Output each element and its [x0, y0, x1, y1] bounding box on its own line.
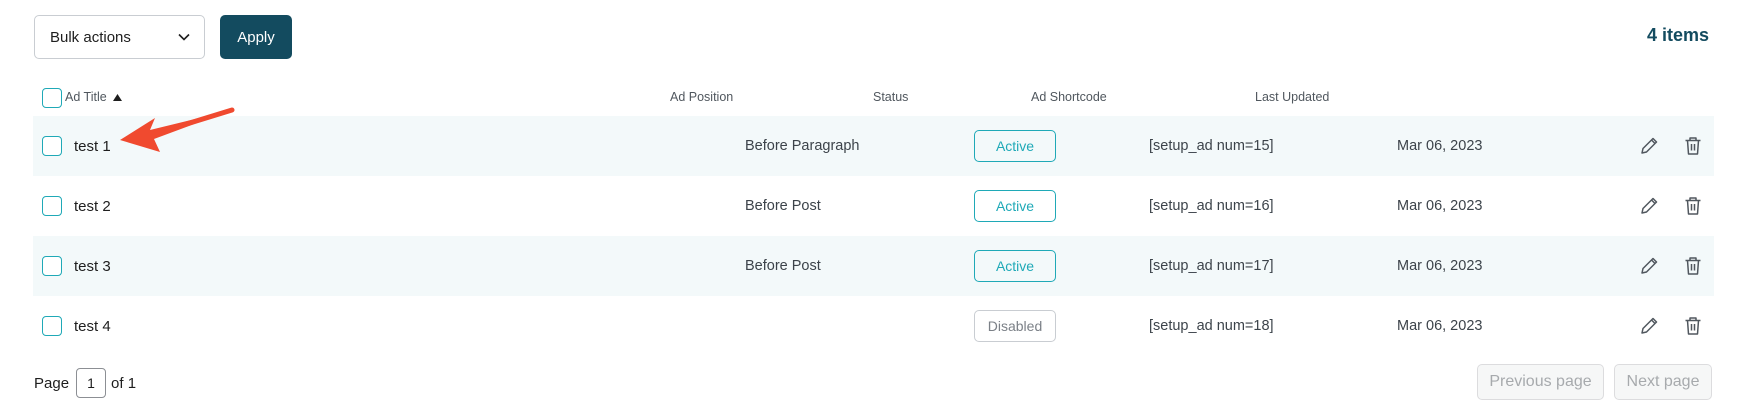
row-actions [1638, 116, 1704, 176]
pencil-icon[interactable] [1638, 195, 1660, 217]
table-header: Ad Title Ad Position Status Ad Shortcode… [33, 78, 1714, 116]
column-header-shortcode: Ad Shortcode [1031, 90, 1107, 104]
page-total-label: of 1 [111, 374, 137, 392]
ad-title[interactable]: test 3 [74, 236, 111, 296]
ad-position: Before Paragraph [745, 138, 860, 154]
column-header-title-label: Ad Title [65, 90, 107, 104]
row-checkbox[interactable] [42, 196, 62, 216]
next-page-button[interactable]: Next page [1614, 364, 1712, 400]
pager-buttons: Previous page Next page [1477, 364, 1712, 400]
page-label: Page [34, 374, 70, 392]
last-updated: Mar 06, 2023 [1397, 318, 1483, 334]
last-updated: Mar 06, 2023 [1397, 138, 1483, 154]
ad-title[interactable]: test 1 [74, 116, 111, 176]
table-row: test 1 Before Paragraph Active [setup_ad… [33, 116, 1714, 176]
page-indicator: Page 1 of 1 [34, 368, 136, 398]
row-checkbox[interactable] [42, 136, 62, 156]
toolbar: Bulk actions Apply [34, 15, 292, 59]
apply-button[interactable]: Apply [220, 15, 292, 59]
bulk-actions-select[interactable]: Bulk actions [34, 15, 205, 59]
status-badge[interactable]: Active [974, 250, 1056, 282]
ad-shortcode: [setup_ad num=15] [1149, 138, 1274, 154]
pencil-icon[interactable] [1638, 135, 1660, 157]
row-actions [1638, 236, 1704, 296]
trash-icon[interactable] [1682, 315, 1704, 337]
table-row: test 4 Disabled [setup_ad num=18] Mar 06… [33, 296, 1714, 356]
ad-shortcode: [setup_ad num=16] [1149, 198, 1274, 214]
row-actions [1638, 296, 1704, 356]
status-cell: Active [974, 116, 1056, 176]
select-all-checkbox[interactable] [42, 88, 62, 108]
previous-page-button[interactable]: Previous page [1477, 364, 1604, 400]
ad-position: Before Post [745, 258, 821, 274]
item-count: 4 items [1646, 25, 1709, 45]
status-cell: Active [974, 236, 1056, 296]
row-checkbox[interactable] [42, 256, 62, 276]
chevron-down-icon [178, 33, 190, 41]
trash-icon[interactable] [1682, 135, 1704, 157]
bulk-actions-label: Bulk actions [50, 28, 131, 46]
pencil-icon[interactable] [1638, 255, 1660, 277]
status-badge[interactable]: Active [974, 130, 1056, 162]
column-header-position: Ad Position [670, 90, 734, 104]
status-cell: Disabled [974, 296, 1056, 356]
page-number-input[interactable]: 1 [76, 368, 107, 398]
ad-shortcode: [setup_ad num=17] [1149, 258, 1274, 274]
sort-ascending-icon [112, 93, 122, 101]
status-badge[interactable]: Active [974, 190, 1056, 222]
last-updated: Mar 06, 2023 [1397, 258, 1483, 274]
row-actions [1638, 176, 1704, 236]
pencil-icon[interactable] [1638, 315, 1660, 337]
column-header-updated: Last Updated [1255, 90, 1330, 104]
trash-icon[interactable] [1682, 255, 1704, 277]
status-cell: Active [974, 176, 1056, 236]
column-header-title[interactable]: Ad Title [65, 90, 122, 104]
ad-title[interactable]: test 2 [74, 176, 111, 236]
ad-title[interactable]: test 4 [74, 296, 111, 356]
column-header-status: Status [873, 90, 909, 104]
ads-table: Ad Title Ad Position Status Ad Shortcode… [33, 78, 1714, 356]
trash-icon[interactable] [1682, 195, 1704, 217]
last-updated: Mar 06, 2023 [1397, 198, 1483, 214]
table-row: test 2 Before Post Active [setup_ad num=… [33, 176, 1714, 236]
ad-position: Before Post [745, 198, 821, 214]
status-badge[interactable]: Disabled [974, 310, 1056, 342]
row-checkbox[interactable] [42, 316, 62, 336]
table-row: test 3 Before Post Active [setup_ad num=… [33, 236, 1714, 296]
ad-shortcode: [setup_ad num=18] [1149, 318, 1274, 334]
